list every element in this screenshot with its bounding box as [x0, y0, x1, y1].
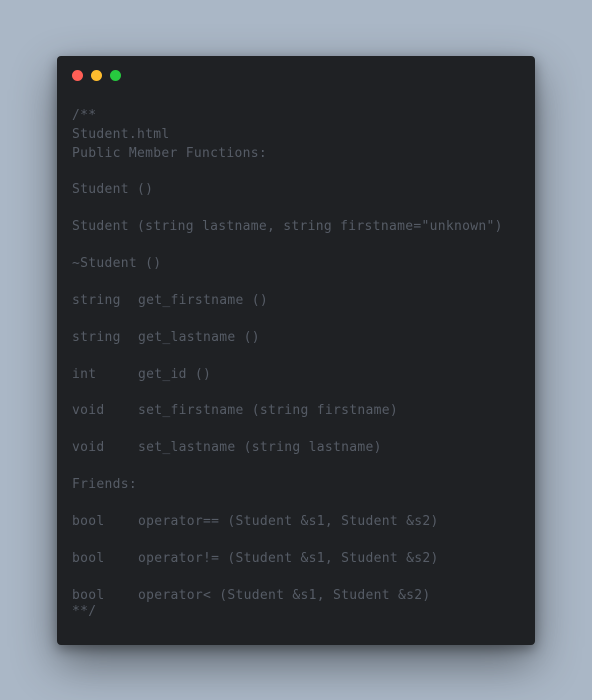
method-signature: get_firstname (): [138, 293, 269, 308]
return-type: int: [72, 367, 97, 382]
constructor-params: Student (string lastname, string firstna…: [72, 219, 503, 234]
return-type: bool: [72, 551, 105, 566]
constructor-default: Student (): [72, 182, 154, 197]
return-type: void: [72, 440, 105, 455]
public-functions-header: Public Member Functions:: [72, 146, 268, 161]
friend-row: bool operator== (Student &s1, Student &s2…: [72, 514, 439, 530]
code-window: /** Student.html Public Member Functions…: [57, 56, 535, 645]
return-type: string: [72, 293, 121, 308]
method-row: string get_lastname (): [72, 330, 260, 346]
friend-row: bool operator!= (Student &s1, Student &s2…: [72, 551, 439, 567]
return-type: string: [72, 330, 121, 345]
destructor: ~Student (): [72, 256, 162, 271]
method-signature: get_id (): [138, 367, 212, 382]
friend-signature: operator!= (Student &s1, Student &s2): [138, 551, 439, 566]
return-type: void: [72, 403, 105, 418]
friend-row: bool operator< (Student &s1, Student &s2): [72, 588, 431, 604]
maximize-icon[interactable]: [110, 70, 121, 81]
comment-close: **/: [72, 604, 97, 619]
method-row: void set_lastname (string lastname): [72, 440, 382, 456]
filename-line: Student.html: [72, 127, 170, 142]
method-signature: get_lastname (): [138, 330, 260, 345]
method-row: string get_firstname (): [72, 293, 268, 309]
comment-open: /**: [72, 108, 97, 123]
return-type: bool: [72, 514, 105, 529]
method-row: void set_firstname (string firstname): [72, 403, 398, 419]
method-signature: set_lastname (string lastname): [138, 440, 382, 455]
code-block: /** Student.html Public Member Functions…: [72, 56, 502, 619]
method-row: int get_id (): [72, 367, 211, 383]
friend-signature: operator< (Student &s1, Student &s2): [138, 588, 431, 603]
method-signature: set_firstname (string firstname): [138, 403, 399, 418]
friend-signature: operator== (Student &s1, Student &s2): [138, 514, 439, 529]
friends-header: Friends:: [72, 477, 138, 492]
return-type: bool: [72, 588, 105, 603]
